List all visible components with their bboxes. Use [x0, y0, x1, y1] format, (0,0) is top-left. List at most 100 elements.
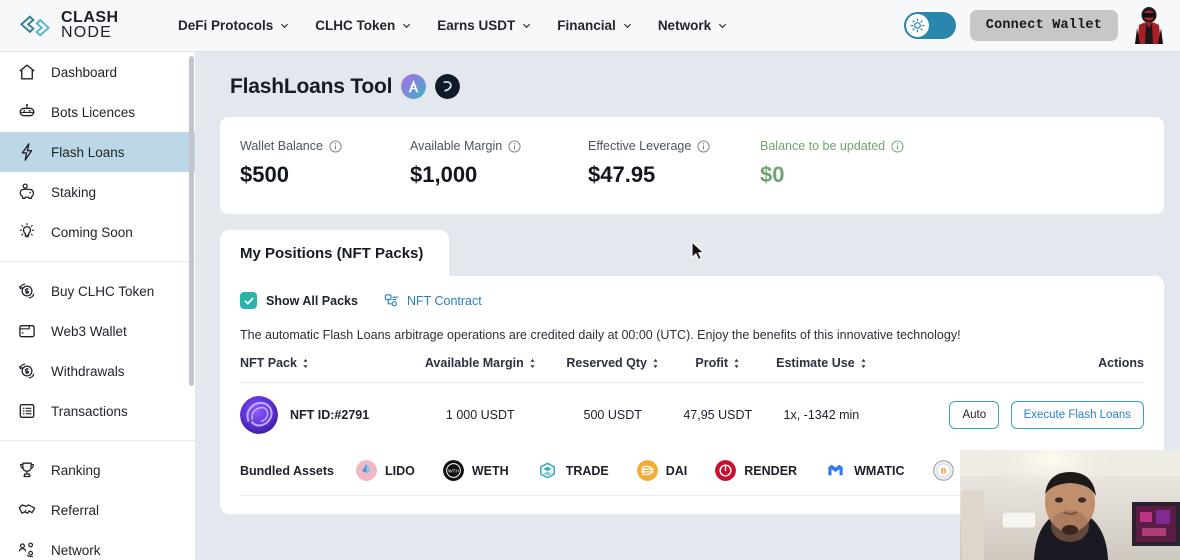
stat-effective-leverage: Effective Leverage $47.95 [568, 139, 740, 188]
stat-label-text: Effective Leverage [588, 139, 692, 153]
sidebar-item-bots-licences[interactable]: Bots Licences [0, 92, 195, 132]
auto-button[interactable]: Auto [949, 401, 1000, 429]
sidebar-item-ranking[interactable]: Ranking [0, 450, 195, 490]
lido-icon [356, 460, 378, 481]
show-all-packs-checkbox[interactable]: Show All Packs [240, 292, 358, 309]
asset-lido[interactable]: LIDO [356, 460, 415, 481]
stat-balance-to-be-updated: Balance to be updated $0 [740, 139, 904, 188]
sidebar-item-withdrawals[interactable]: Withdrawals [0, 351, 195, 391]
table-row[interactable]: NFT ID:#2791 1 000 USDT 500 USDT 47,95 U… [240, 383, 1144, 447]
weth-icon: WTH [442, 460, 464, 481]
stat-available-margin: Available Margin $1,000 [390, 139, 568, 188]
chevron-down-icon [281, 23, 289, 29]
cell-actions: Auto Execute Flash Loans [880, 383, 1144, 447]
stats-card: Wallet Balance $500 Available Margin $1,… [220, 117, 1164, 214]
info-icon[interactable] [508, 139, 521, 153]
contract-icon [384, 294, 398, 307]
trade-icon [536, 460, 558, 481]
nft-contract-label: NFT Contract [406, 293, 482, 308]
nav-item-defi-protocols[interactable]: DeFi Protocols [178, 18, 289, 33]
page-title: FlashLoans Tool [230, 74, 393, 98]
info-icon[interactable] [697, 139, 710, 153]
wbtc-icon: B [932, 460, 954, 481]
cell-available-margin: 1 000 USDT [445, 408, 515, 422]
aave-badge-icon [401, 74, 427, 99]
wallet-icon [16, 321, 37, 342]
sidebar-item-buy-clhc-token[interactable]: Buy CLHC Token [0, 271, 195, 311]
sidebar-item-label: Referral [51, 502, 100, 518]
sidebar-item-label: Bots Licences [51, 104, 136, 120]
column-label: Actions [1098, 356, 1144, 370]
sidebar-item-referral[interactable]: Referral [0, 490, 195, 530]
people-icon [16, 540, 37, 560]
column-label: Estimate Use [776, 356, 855, 370]
tab-my-positions[interactable]: My Positions (NFT Packs) [220, 230, 450, 276]
sidebar-item-network[interactable]: Network [0, 530, 195, 560]
nav-item-earns-usdt[interactable]: Earns USDT [437, 18, 531, 33]
column-header-available-margin[interactable]: Available Margin [408, 356, 553, 383]
sort-arrows-icon [530, 358, 535, 368]
stat-label: Available Margin [410, 139, 568, 153]
column-label: Profit [695, 356, 729, 370]
theme-toggle[interactable] [903, 12, 956, 39]
connect-wallet-button[interactable]: Connect Wallet [969, 10, 1118, 41]
brand-logo-group[interactable]: CLASH NODE [0, 9, 150, 40]
sidebar-item-dashboard[interactable]: Dashboard [0, 52, 195, 92]
sidebar-item-coming-soon[interactable]: Coming Soon [0, 212, 195, 252]
asset-label: TRADE [565, 463, 609, 478]
sidebar-item-web3-wallet[interactable]: Web3 Wallet [0, 311, 195, 351]
nav-label: CLHC Token [315, 18, 396, 33]
asset-wmatic[interactable]: WMATIC [825, 460, 905, 481]
sidebar-item-transactions[interactable]: Transactions [0, 391, 195, 431]
table-header-row: NFT Pack Available Margin Reserved Qty P… [240, 356, 1144, 383]
info-icon[interactable] [891, 139, 904, 153]
dai-icon [636, 460, 658, 481]
nft-id-label: NFT ID:#2791 [290, 408, 370, 422]
asset-dai[interactable]: DAI [636, 460, 687, 481]
sort-arrows-icon [303, 358, 308, 368]
info-icon[interactable] [329, 139, 342, 153]
nav-label: DeFi Protocols [178, 18, 274, 33]
column-header-estimate-use[interactable]: Estimate Use [762, 356, 881, 383]
asset-trade[interactable]: TRADE [536, 460, 609, 481]
sun-icon [910, 18, 925, 33]
execute-flash-loans-button[interactable]: Execute Flash Loans [1010, 401, 1144, 429]
user-avatar[interactable] [1132, 6, 1166, 46]
svg-text:B: B [940, 466, 946, 476]
column-label: Reserved Qty [566, 356, 648, 370]
column-header-nft-pack[interactable]: NFT Pack [240, 356, 409, 383]
handshake-icon [16, 500, 37, 521]
sidebar-scrollbar[interactable] [189, 56, 194, 386]
nav-item-financial[interactable]: Financial [557, 18, 632, 33]
stat-label: Effective Leverage [588, 139, 740, 153]
stat-label-text: Available Margin [410, 139, 503, 153]
cell-profit: 47,95 USDT [683, 408, 753, 422]
dollar-exchange-icon [16, 281, 37, 302]
positions-notice: The automatic Flash Loans arbitrage oper… [240, 328, 961, 342]
column-header-profit[interactable]: Profit [672, 356, 763, 383]
positions-table: NFT Pack Available Margin Reserved Qty P… [240, 356, 1144, 446]
app-root: CLASH NODE DeFi Protocols CLHC Token Ear… [0, 0, 1180, 560]
chevron-down-icon [719, 23, 727, 29]
nav-label: Earns USDT [437, 18, 516, 33]
sidebar-item-staking[interactable]: Staking [0, 172, 195, 212]
sort-arrows-icon [861, 358, 866, 368]
stat-label-text: Wallet Balance [240, 139, 323, 153]
nav-item-clhc-token[interactable]: CLHC Token [315, 18, 411, 33]
asset-weth[interactable]: WTH WETH [442, 460, 509, 481]
sidebar-item-label: Buy CLHC Token [51, 283, 155, 299]
sort-arrows-icon [734, 358, 739, 368]
sidebar-item-flash-loans[interactable]: Flash Loans [0, 132, 195, 172]
nav-item-network[interactable]: Network [658, 18, 727, 33]
stat-wallet-balance: Wallet Balance $500 [220, 139, 390, 188]
stat-label-text: Balance to be updated [760, 139, 886, 153]
nft-contract-link[interactable]: NFT Contract [384, 293, 482, 308]
cell-nft-pack: NFT ID:#2791 [240, 383, 408, 447]
column-label: Available Margin [424, 356, 524, 370]
dollar-exchange-icon [16, 361, 37, 382]
bundled-assets-label: Bundled Assets [240, 463, 335, 478]
protocol-badge-dark-icon [435, 74, 461, 99]
column-header-reserved-qty[interactable]: Reserved Qty [552, 356, 673, 383]
asset-render[interactable]: RENDER [715, 460, 797, 481]
sidebar-item-label: Network [51, 542, 101, 558]
